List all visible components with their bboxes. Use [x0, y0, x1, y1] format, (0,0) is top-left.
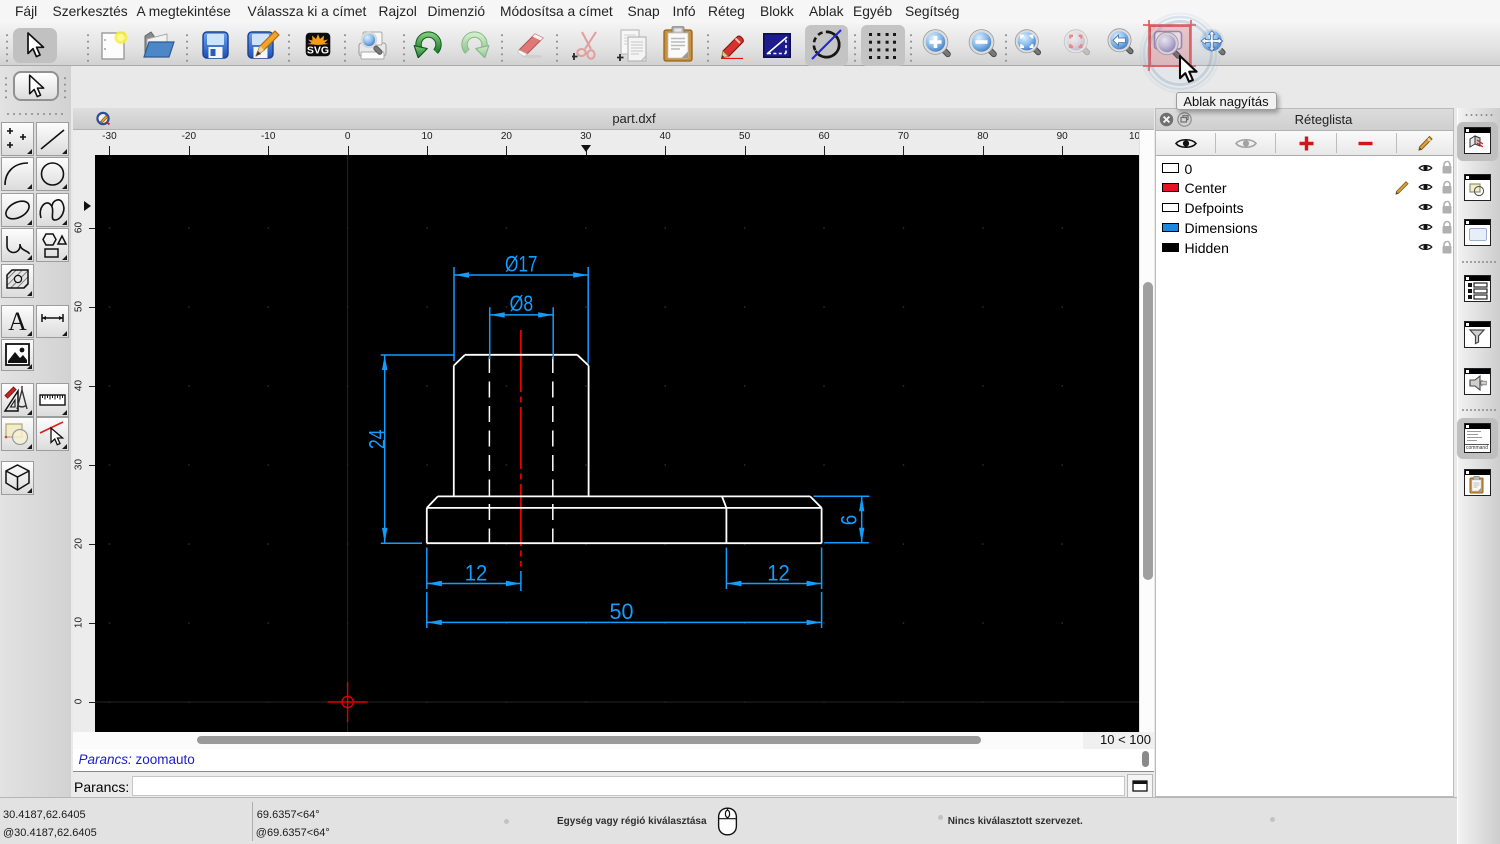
svg-text:12: 12 [767, 562, 790, 586]
svg-text:A: A [8, 307, 27, 336]
svg-text:6: 6 [838, 515, 862, 525]
svg-text:Ø8: Ø8 [510, 292, 533, 316]
svg-text:50: 50 [610, 599, 634, 624]
svg-text:SVG: SVG [307, 45, 329, 57]
svg-text:24: 24 [366, 429, 390, 449]
svg-text:Ø17: Ø17 [505, 252, 537, 277]
svg-text:12: 12 [465, 562, 488, 586]
